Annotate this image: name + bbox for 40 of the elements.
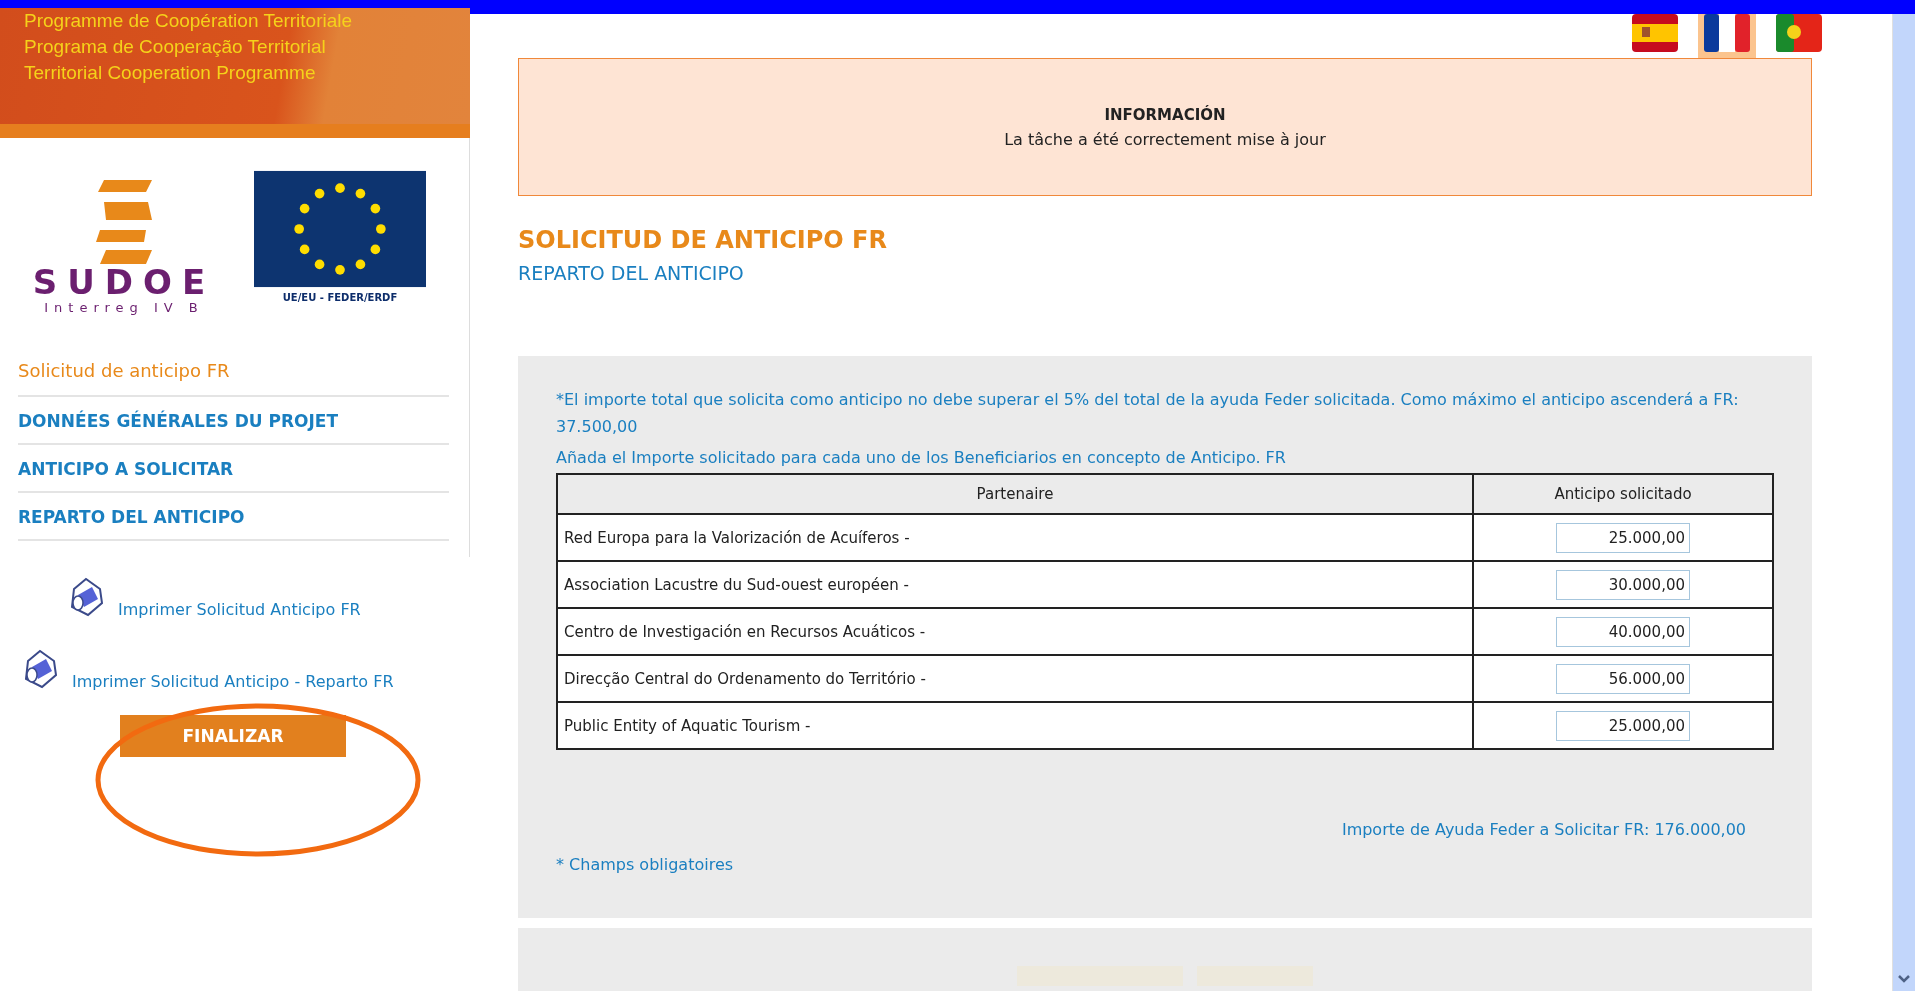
print-link[interactable]: Imprimer Solicitud Anticipo - Reparto FR [72,672,394,691]
sidebar-item[interactable]: REPARTO DEL ANTICIPO [18,493,245,539]
eu-flag-icon [254,170,426,288]
page-title: SOLICITUD DE ANTICIPO FR [518,226,888,254]
total-amount: Importe de Ayuda Feder a Solicitar FR: 176.000,00 [1340,820,1747,839]
amount-field[interactable]: 25.000,00 [1556,710,1690,741]
logo-mark-icon [96,180,152,264]
sidebar-item[interactable]: DONNÉES GÉNÉRALES DU PROJET [18,397,339,443]
required-note: * Champs obligatoires [556,855,735,874]
page-subtitle: REPARTO DEL ANTICIPO [518,262,745,284]
sidebar-title: Solicitud de anticipo FR [18,350,449,397]
column-header: Partenaire [557,474,1473,514]
logo-subtitle: Interreg IV B [44,300,204,315]
print-link[interactable]: Imprimer Solicitud Anticipo FR [118,600,361,619]
scrollbar[interactable] [1892,14,1915,991]
partner-cell: Red Europa para la Valorización de Acuíferos - [557,514,1473,561]
instruction-text: Añada el Importe solicitado para cada uno de los Beneficiarios en concepto de Anticipo. FR [556,448,1287,467]
sudoe-logo-text: SUDOE [32,264,216,300]
partner-cell: Centro de Investigación en Recursos Acuáticos - [557,608,1473,655]
logo-caption: UE/EU - FEDER/ERDF [282,292,398,303]
finish-button[interactable]: FINALIZAR [120,715,346,757]
advance-note: *El importe total que solicita como anticipo no debe superar el 5% del total de la ayuda Feder solicitada. Como máximo el anticipo ascenderá a FR: 37.500,00 [556,389,1740,438]
column-header: Anticipo solicitado [1473,474,1773,514]
language-option[interactable] [1698,14,1756,60]
portugal-flag-icon[interactable] [1776,14,1822,52]
partner-cell: Direcção Central do Ordenamento do Território - [557,655,1473,702]
partner-cell: Public Entity of Aquatic Tourism - [557,702,1473,749]
amount-field[interactable]: 40.000,00 [1556,616,1690,647]
amount-field[interactable]: 56.000,00 [1556,663,1690,694]
banner-text: Territorial Cooperation Programme [24,61,317,85]
france-flag-icon[interactable] [1704,14,1750,52]
banner-text: Programa de Cooperação Territorial [24,35,327,59]
amount-field[interactable]: 30.000,00 [1556,569,1690,600]
info-message: La tâche a été correctement mise à jour [1004,129,1326,149]
spain-flag-icon[interactable] [1632,14,1678,52]
info-title: INFORMACIÓN [1104,105,1226,124]
sidebar-item[interactable]: ANTICIPO A SOLICITAR [18,445,234,491]
amount-field[interactable]: 25.000,00 [1556,522,1690,553]
partner-cell: Association Lacustre du Sud-ouest européen - [557,561,1473,608]
banner-text: Programme de Coopération Territoriale [24,9,354,33]
